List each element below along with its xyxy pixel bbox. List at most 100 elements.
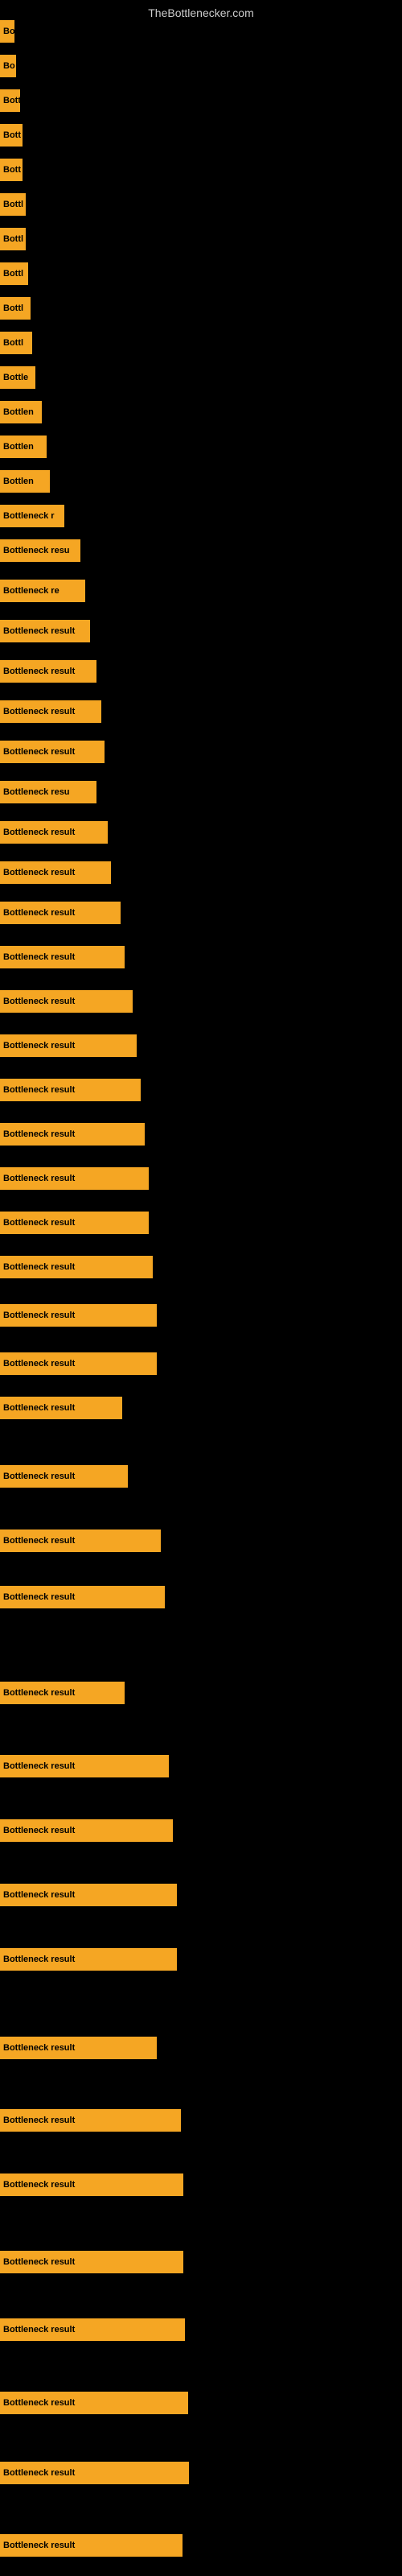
bar-item: Bottleneck result [0, 741, 105, 763]
bar-label: Bottl [3, 234, 23, 244]
bar-label: Bottleneck result [3, 2116, 75, 2125]
bar-item: Bottleneck re [0, 580, 85, 602]
site-title: TheBottlenecker.com [0, 0, 402, 23]
bar-label: Bottleneck result [3, 1041, 75, 1051]
bar-label: Bottleneck result [3, 2398, 75, 2408]
bar-item: Bottl [0, 332, 32, 354]
bar-item: Bottleneck result [0, 861, 111, 884]
bar-item: Bottleneck result [0, 2534, 183, 2557]
bar-label: Bottleneck r [3, 511, 55, 521]
bar-item: Bottleneck result [0, 2462, 189, 2484]
bar-item: Bottleneck result [0, 1465, 128, 1488]
bar-label: Bottleneck result [3, 2541, 75, 2550]
bar-item: Bottleneck result [0, 1682, 125, 1704]
bar-item: Bottleneck result [0, 2109, 181, 2132]
bar-item: Bottleneck result [0, 1256, 153, 1278]
bar-item: Bottleneck result [0, 1212, 149, 1234]
bar-item: Bottl [0, 297, 31, 320]
bar-item: Bottleneck result [0, 660, 96, 683]
bar-item: Bottleneck result [0, 1530, 161, 1552]
bar-item: Bottleneck result [0, 700, 101, 723]
bar-label: Bo [3, 61, 15, 71]
bar-item: Bottleneck result [0, 2392, 188, 2414]
bar-item: Bott [0, 159, 23, 181]
bar-item: Bottleneck result [0, 1755, 169, 1777]
bar-label: Bottleneck result [3, 707, 75, 716]
bar-label: Bottl [3, 269, 23, 279]
bar-label: Bottleneck result [3, 1218, 75, 1228]
bar-label: Bottleneck result [3, 952, 75, 962]
bar-label: Bott [3, 96, 20, 105]
bar-label: Bottl [3, 338, 23, 348]
bar-item: Bottleneck r [0, 505, 64, 527]
bar-label: Bottleneck result [3, 2257, 75, 2267]
bar-item: Bottleneck result [0, 620, 90, 642]
bar-label: Bottleneck result [3, 747, 75, 757]
bar-item: Bottleneck result [0, 1948, 177, 1971]
bar-item: Bottleneck result [0, 1167, 149, 1190]
bar-item: Bottleneck result [0, 1352, 157, 1375]
bar-label: Bottleneck result [3, 626, 75, 636]
bar-label: Bo [3, 27, 14, 36]
bar-item: Bottleneck result [0, 990, 133, 1013]
bar-label: Bottleneck result [3, 1761, 75, 1771]
bar-label: Bottleneck result [3, 1536, 75, 1546]
bar-label: Bottleneck result [3, 2043, 75, 2053]
bar-label: Bottleneck resu [3, 787, 70, 797]
bar-label: Bottlen [3, 477, 34, 486]
bar-item: Bottleneck result [0, 1397, 122, 1419]
bar-label: Bottleneck result [3, 1174, 75, 1183]
bar-label: Bottleneck result [3, 1688, 75, 1698]
bar-item: Bottleneck result [0, 1079, 141, 1101]
bar-item: Bott [0, 124, 23, 147]
bar-item: Bottleneck result [0, 946, 125, 968]
bar-item: Bottleneck result [0, 902, 121, 924]
bar-item: Bottleneck result [0, 2037, 157, 2059]
bar-label: Bottleneck result [3, 1472, 75, 1481]
bar-label: Bottleneck result [3, 1129, 75, 1139]
bar-label: Bottleneck result [3, 1592, 75, 1602]
bar-item: Bottlen [0, 436, 47, 458]
bar-item: Bottl [0, 193, 26, 216]
bar-item: Bottleneck result [0, 2318, 185, 2341]
bar-label: Bott [3, 165, 21, 175]
bar-label: Bottleneck result [3, 667, 75, 676]
bar-label: Bott [3, 130, 21, 140]
bar-label: Bottle [3, 373, 28, 382]
bar-item: Bottleneck resu [0, 539, 80, 562]
bar-item: Bottleneck result [0, 1884, 177, 1906]
bar-label: Bottleneck result [3, 2468, 75, 2478]
bar-label: Bottleneck result [3, 2180, 75, 2190]
bar-item: Bottleneck result [0, 821, 108, 844]
bar-label: Bottleneck result [3, 828, 75, 837]
bar-label: Bottl [3, 303, 23, 313]
bar-item: Bottlen [0, 470, 50, 493]
bar-label: Bottleneck result [3, 1403, 75, 1413]
bar-item: Bottleneck result [0, 1304, 157, 1327]
bar-label: Bottleneck result [3, 1826, 75, 1835]
bar-label: Bottleneck result [3, 1955, 75, 1964]
bar-item: Bottleneck result [0, 2174, 183, 2196]
bar-label: Bottl [3, 200, 23, 209]
bar-item: Bott [0, 89, 20, 112]
bar-item: Bo [0, 20, 14, 43]
bar-label: Bottleneck result [3, 1890, 75, 1900]
bar-item: Bottl [0, 262, 28, 285]
bar-label: Bottleneck result [3, 1085, 75, 1095]
bar-label: Bottleneck result [3, 908, 75, 918]
bar-label: Bottlen [3, 442, 34, 452]
bar-label: Bottleneck result [3, 1311, 75, 1320]
bar-item: Bottlen [0, 401, 42, 423]
bar-label: Bottleneck result [3, 868, 75, 877]
bar-item: Bottleneck result [0, 2251, 183, 2273]
bar-item: Bottleneck result [0, 1586, 165, 1608]
bar-label: Bottleneck re [3, 586, 59, 596]
bar-item: Bottle [0, 366, 35, 389]
bar-item: Bottl [0, 228, 26, 250]
bar-item: Bo [0, 55, 16, 77]
bar-label: Bottleneck resu [3, 546, 70, 555]
bar-label: Bottleneck result [3, 1359, 75, 1368]
bar-item: Bottleneck result [0, 1123, 145, 1146]
bar-item: Bottleneck resu [0, 781, 96, 803]
bar-label: Bottleneck result [3, 2325, 75, 2334]
